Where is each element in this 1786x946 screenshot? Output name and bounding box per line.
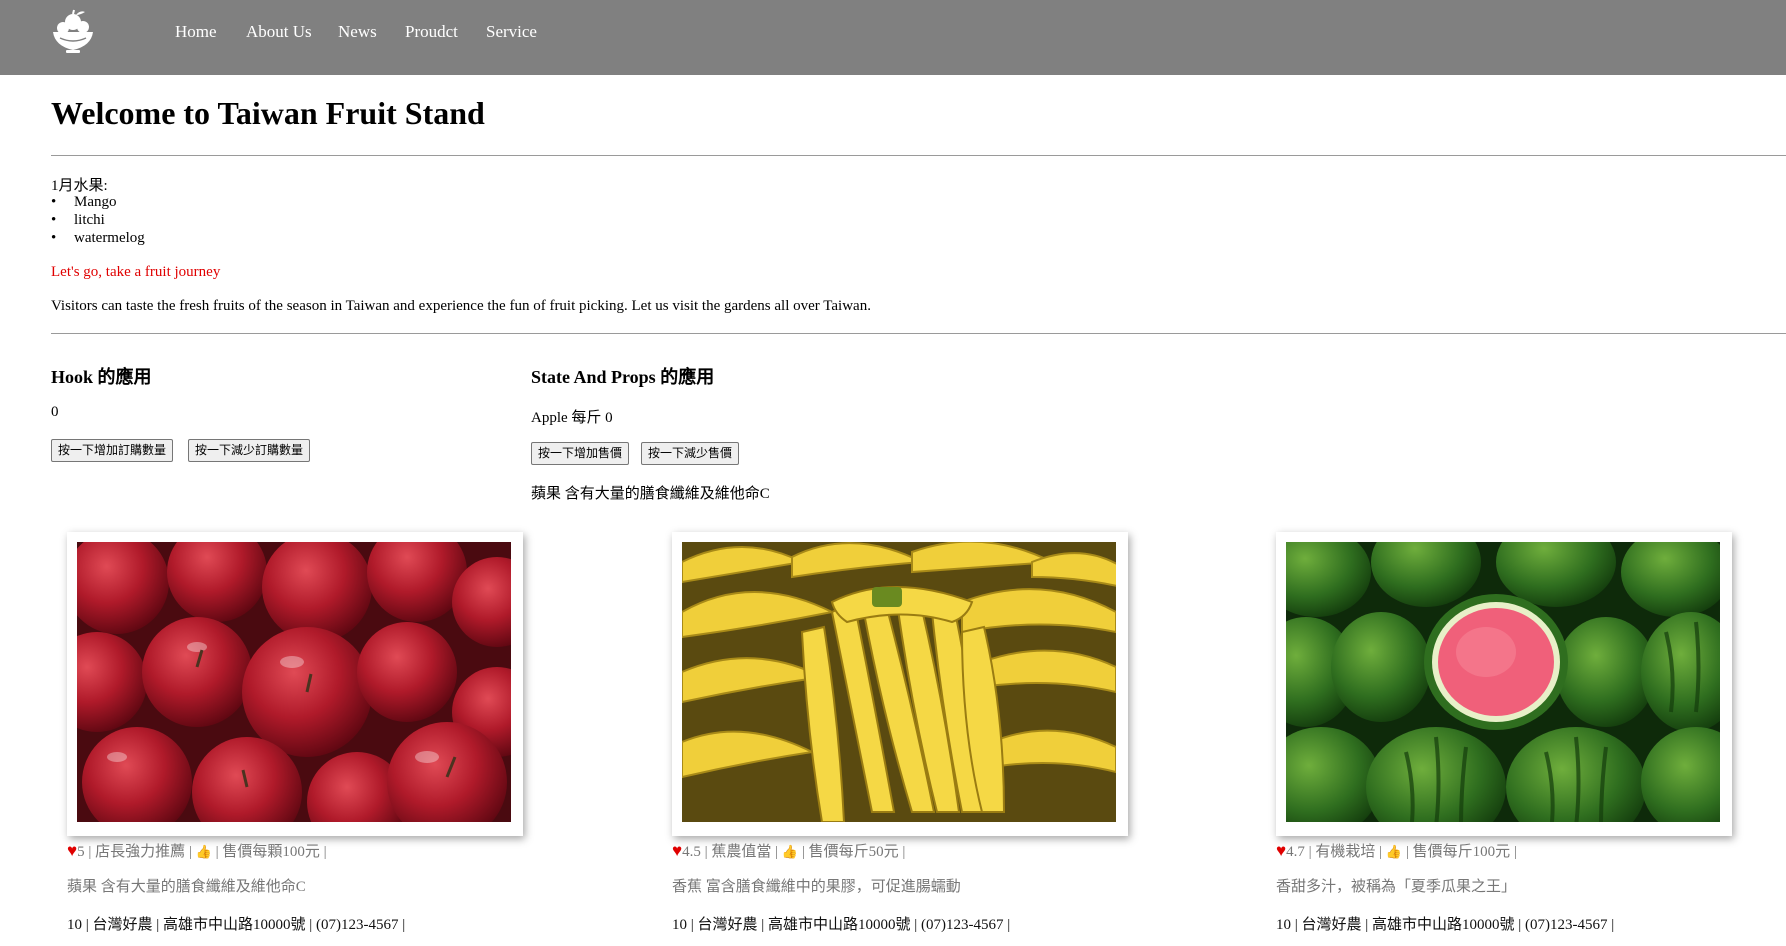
product-price: 售價每斤50元 — [808, 844, 899, 860]
decrease-price-button[interactable]: 按一下減少售價 — [641, 442, 740, 465]
banana-card-footer: 10 | 台灣好農 | 高雄市中山路10000號 | (07)123-4567 … — [672, 917, 1011, 933]
nav-home[interactable]: Home — [175, 22, 217, 42]
journey-text: Let's go, take a fruit journey — [51, 264, 221, 280]
order-count: 0 — [51, 404, 59, 420]
product-card-watermelon[interactable] — [1276, 532, 1732, 836]
product-price: 售價每斤100元 — [1412, 844, 1511, 860]
thumbs-up-icon[interactable]: 👍 — [196, 844, 212, 859]
state-props-heading: State And Props 的應用 — [531, 367, 715, 387]
product-tag: 有機栽培 — [1315, 844, 1376, 860]
product-card-banana[interactable] — [672, 532, 1128, 836]
thumbs-up-icon[interactable]: 👍 — [1386, 844, 1402, 859]
apple-card-description: 蘋果 含有大量的膳食纖維及維他命C — [67, 879, 306, 895]
nav-news[interactable]: News — [338, 22, 377, 42]
banana-meta: ♥4.5 | 蕉農值當 | 👍 | 售價每斤50元 | — [672, 841, 906, 860]
apple-image[interactable] — [77, 542, 511, 822]
watermelon-card-description: 香甜多汁，被稱為「夏季瓜果之王」 — [1276, 879, 1517, 895]
visitors-text: Visitors can taste the fresh fruits of t… — [51, 298, 871, 314]
product-price: 售價每顆100元 — [222, 844, 320, 860]
heart-icon[interactable]: ♥ — [672, 841, 682, 860]
fruit-bowl-logo-icon[interactable] — [50, 8, 96, 54]
heart-icon[interactable]: ♥ — [67, 841, 77, 860]
rating-value: 4.5 — [682, 844, 701, 860]
list-item: watermelog — [51, 229, 145, 247]
top-navbar: Home About Us News Proudct Service — [0, 0, 1786, 75]
thumbs-up-icon[interactable]: 👍 — [782, 844, 798, 859]
nav-service[interactable]: Service — [486, 22, 537, 42]
month-fruits-list: Mango litchi watermelog — [51, 193, 145, 247]
banana-card-description: 香蕉 富含膳食纖維中的果膠，可促進腸蠕動 — [672, 879, 961, 895]
divider-top — [51, 155, 1786, 156]
watermelon-meta: ♥4.7 | 有機栽培 | 👍 | 售價每斤100元 | — [1276, 841, 1517, 860]
list-item: litchi — [51, 211, 145, 229]
apple-meta: ♥5 | 店長強力推薦 | 👍 | 售價每顆100元 | — [67, 841, 327, 860]
heart-icon[interactable]: ♥ — [1276, 841, 1286, 860]
divider-middle — [51, 333, 1786, 334]
apple-card-footer: 10 | 台灣好農 | 高雄市中山路10000號 | (07)123-4567 … — [67, 917, 406, 933]
hook-heading: Hook 的應用 — [51, 367, 152, 387]
decrease-order-button[interactable]: 按一下減少訂購數量 — [188, 439, 311, 462]
list-item: Mango — [51, 193, 145, 211]
watermelon-image[interactable] — [1286, 542, 1720, 822]
nav-about-us[interactable]: About Us — [246, 22, 312, 42]
product-tag: 店長強力推薦 — [95, 844, 186, 860]
apple-price-text: Apple 每斤 0 — [531, 410, 613, 426]
nav-product[interactable]: Proudct — [405, 22, 458, 42]
month-fruits-label: 1月水果: — [51, 178, 108, 194]
rating-value: 4.7 — [1286, 844, 1305, 860]
product-card-apple[interactable] — [67, 532, 523, 836]
increase-order-button[interactable]: 按一下增加訂購數量 — [51, 439, 174, 462]
increase-price-button[interactable]: 按一下增加售價 — [531, 442, 630, 465]
page-title: Welcome to Taiwan Fruit Stand — [51, 95, 485, 131]
product-tag: 蕉農值當 — [711, 844, 772, 860]
banana-image[interactable] — [682, 542, 1116, 822]
rating-value: 5 — [77, 844, 85, 860]
watermelon-card-footer: 10 | 台灣好農 | 高雄市中山路10000號 | (07)123-4567 … — [1276, 917, 1615, 933]
apple-description: 蘋果 含有大量的膳食纖維及維他命C — [531, 486, 770, 502]
